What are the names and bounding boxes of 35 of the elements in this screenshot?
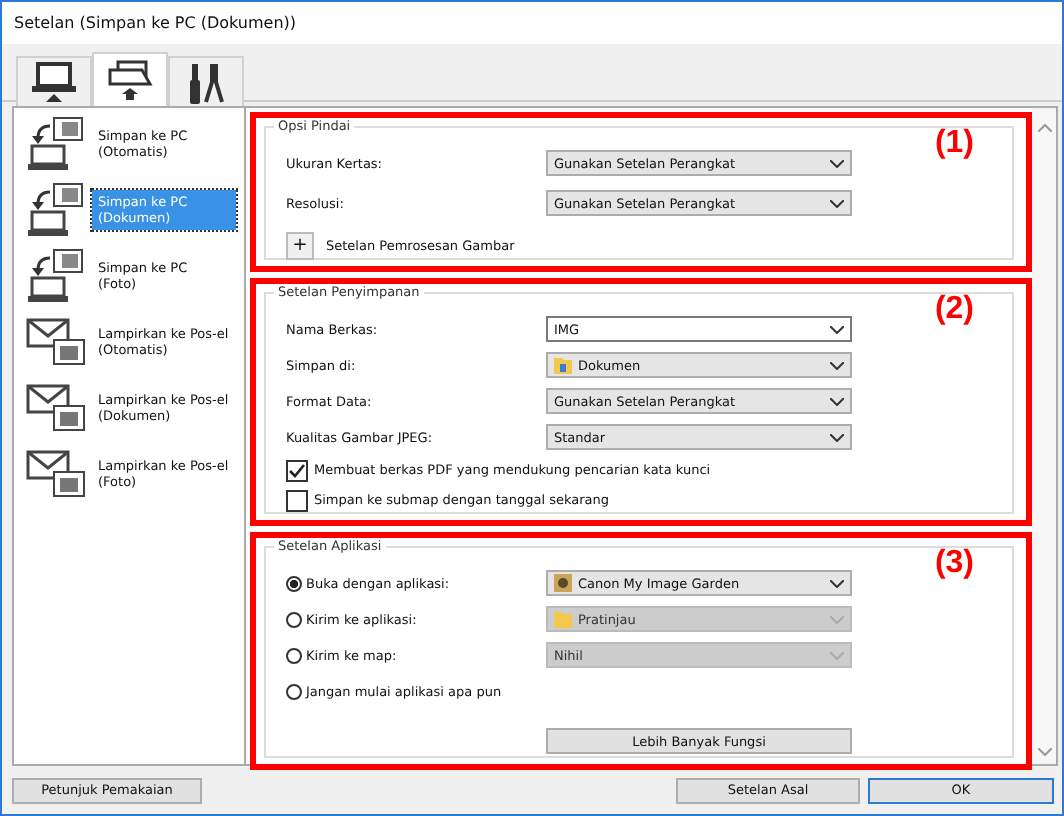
annotation-label: (1) xyxy=(934,126,974,162)
tab[interactable] xyxy=(16,56,92,108)
chevron-icon xyxy=(830,361,844,369)
checkbox[interactable] xyxy=(286,489,308,511)
computer-icon xyxy=(30,61,78,105)
tab[interactable] xyxy=(168,56,244,108)
chevron-icon xyxy=(830,325,844,333)
expand-button[interactable]: + xyxy=(286,231,314,259)
chevron-icon xyxy=(830,615,844,623)
folder-icon xyxy=(554,356,572,374)
tab[interactable] xyxy=(92,52,168,108)
radio-button[interactable] xyxy=(286,683,302,699)
scroll-down-icon xyxy=(1037,748,1051,756)
checkbox[interactable] xyxy=(286,459,308,481)
envelope-icon xyxy=(26,314,86,370)
scroll-up-icon xyxy=(1037,124,1051,132)
scanner-icon xyxy=(106,59,154,103)
computer-icon xyxy=(26,248,86,304)
radio-button[interactable] xyxy=(286,575,302,591)
envelope-icon xyxy=(26,380,86,436)
chevron-icon xyxy=(830,199,844,207)
window-title: Setelan (Simpan ke PC (Dokumen)) xyxy=(14,14,297,32)
app-icon xyxy=(554,574,572,592)
chevron-icon xyxy=(830,651,844,659)
scrollbar[interactable] xyxy=(1032,108,1056,764)
computer-icon xyxy=(26,116,86,172)
folder-icon xyxy=(554,610,572,628)
envelope-icon xyxy=(26,446,86,502)
computer-icon xyxy=(26,182,86,238)
annotation-label: (3) xyxy=(934,546,974,582)
chevron-icon xyxy=(830,397,844,405)
annotation-label: (2) xyxy=(934,292,974,328)
chevron-icon xyxy=(830,433,844,441)
chevron-icon xyxy=(830,159,844,167)
chevron-icon xyxy=(830,579,844,587)
